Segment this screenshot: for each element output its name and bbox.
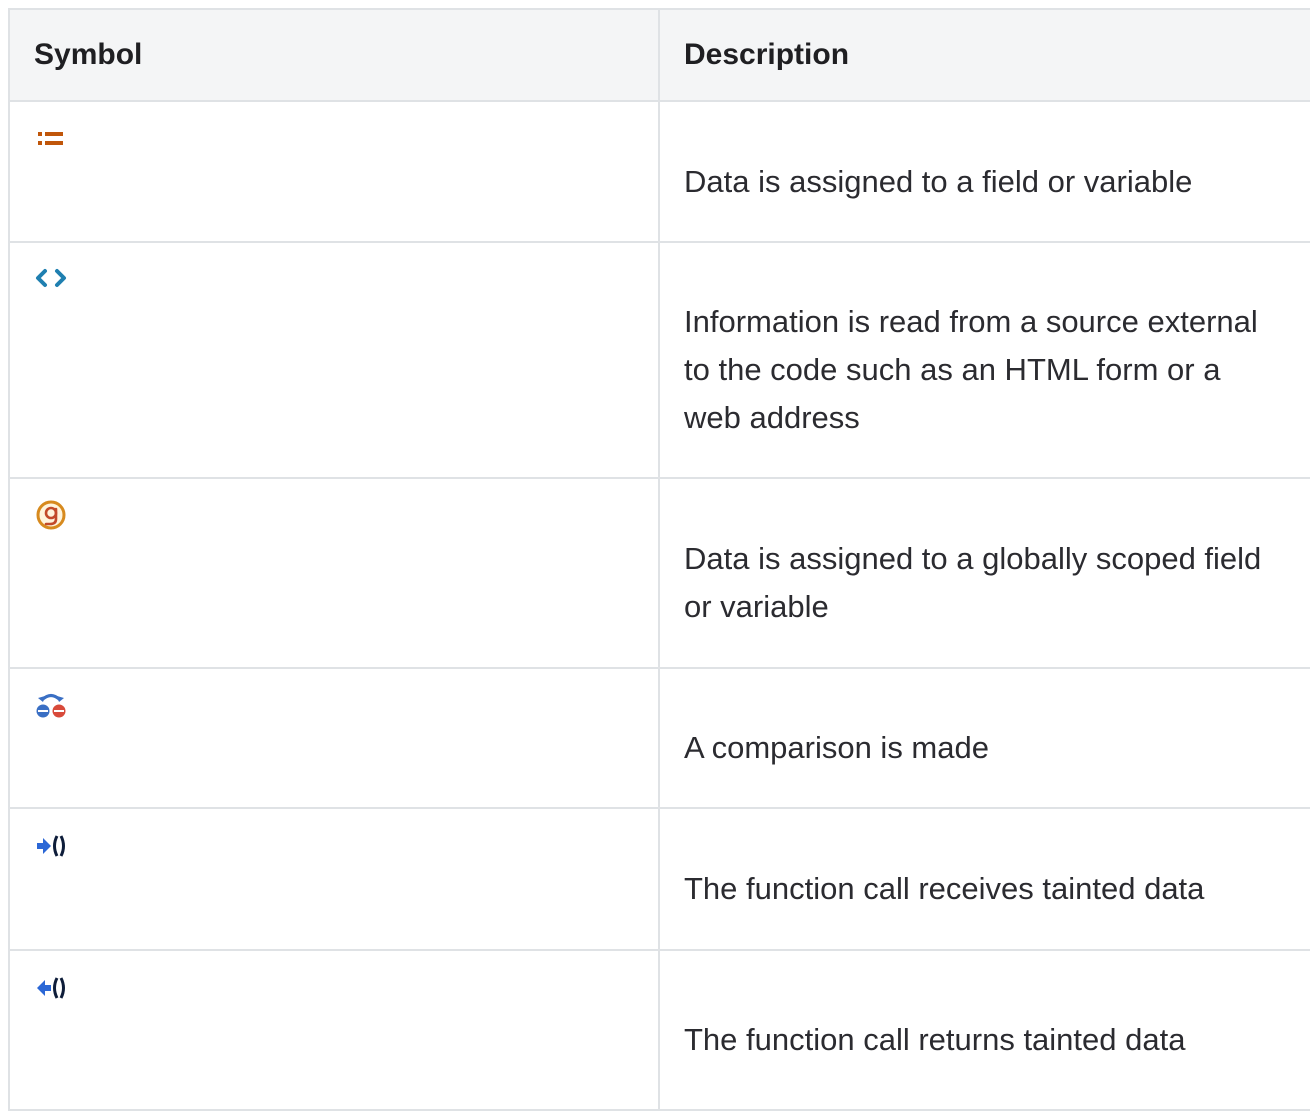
table-row: Data is assigned to a field or variable (8, 100, 1310, 243)
symbol-cell (8, 477, 660, 669)
symbol-legend-table: Symbol Description Data is assigned to a… (8, 8, 1310, 1111)
symbol-cell (8, 667, 660, 809)
symbol-cell (8, 949, 660, 1111)
external-source-icon (34, 263, 70, 299)
description-cell: Information is read from a source extern… (658, 241, 1310, 479)
table-row: The function call returns tainted data (8, 949, 1310, 1111)
symbol-cell (8, 100, 660, 243)
description-cell: Data is assigned to a globally scoped fi… (658, 477, 1310, 669)
description-cell: The function call returns tainted data (658, 949, 1310, 1111)
table-row: Information is read from a source extern… (8, 241, 1310, 479)
description-cell: The function call receives tainted data (658, 807, 1310, 951)
table-row: The function call receives tainted data (8, 807, 1310, 951)
comparison-icon (34, 689, 70, 725)
symbol-cell (8, 807, 660, 951)
global-scope-icon (34, 499, 70, 535)
function-call-returns-icon (34, 971, 70, 1007)
function-call-receives-icon (34, 829, 70, 865)
symbol-column-header: Symbol (8, 8, 660, 102)
table-header-row: Symbol Description (8, 8, 1310, 102)
description-cell: Data is assigned to a field or variable (658, 100, 1310, 243)
description-column-header: Description (658, 8, 1310, 102)
assignment-icon (34, 122, 70, 158)
table-row: Data is assigned to a globally scoped fi… (8, 477, 1310, 669)
table-row: A comparison is made (8, 667, 1310, 809)
symbol-cell (8, 241, 660, 479)
description-cell: A comparison is made (658, 667, 1310, 809)
